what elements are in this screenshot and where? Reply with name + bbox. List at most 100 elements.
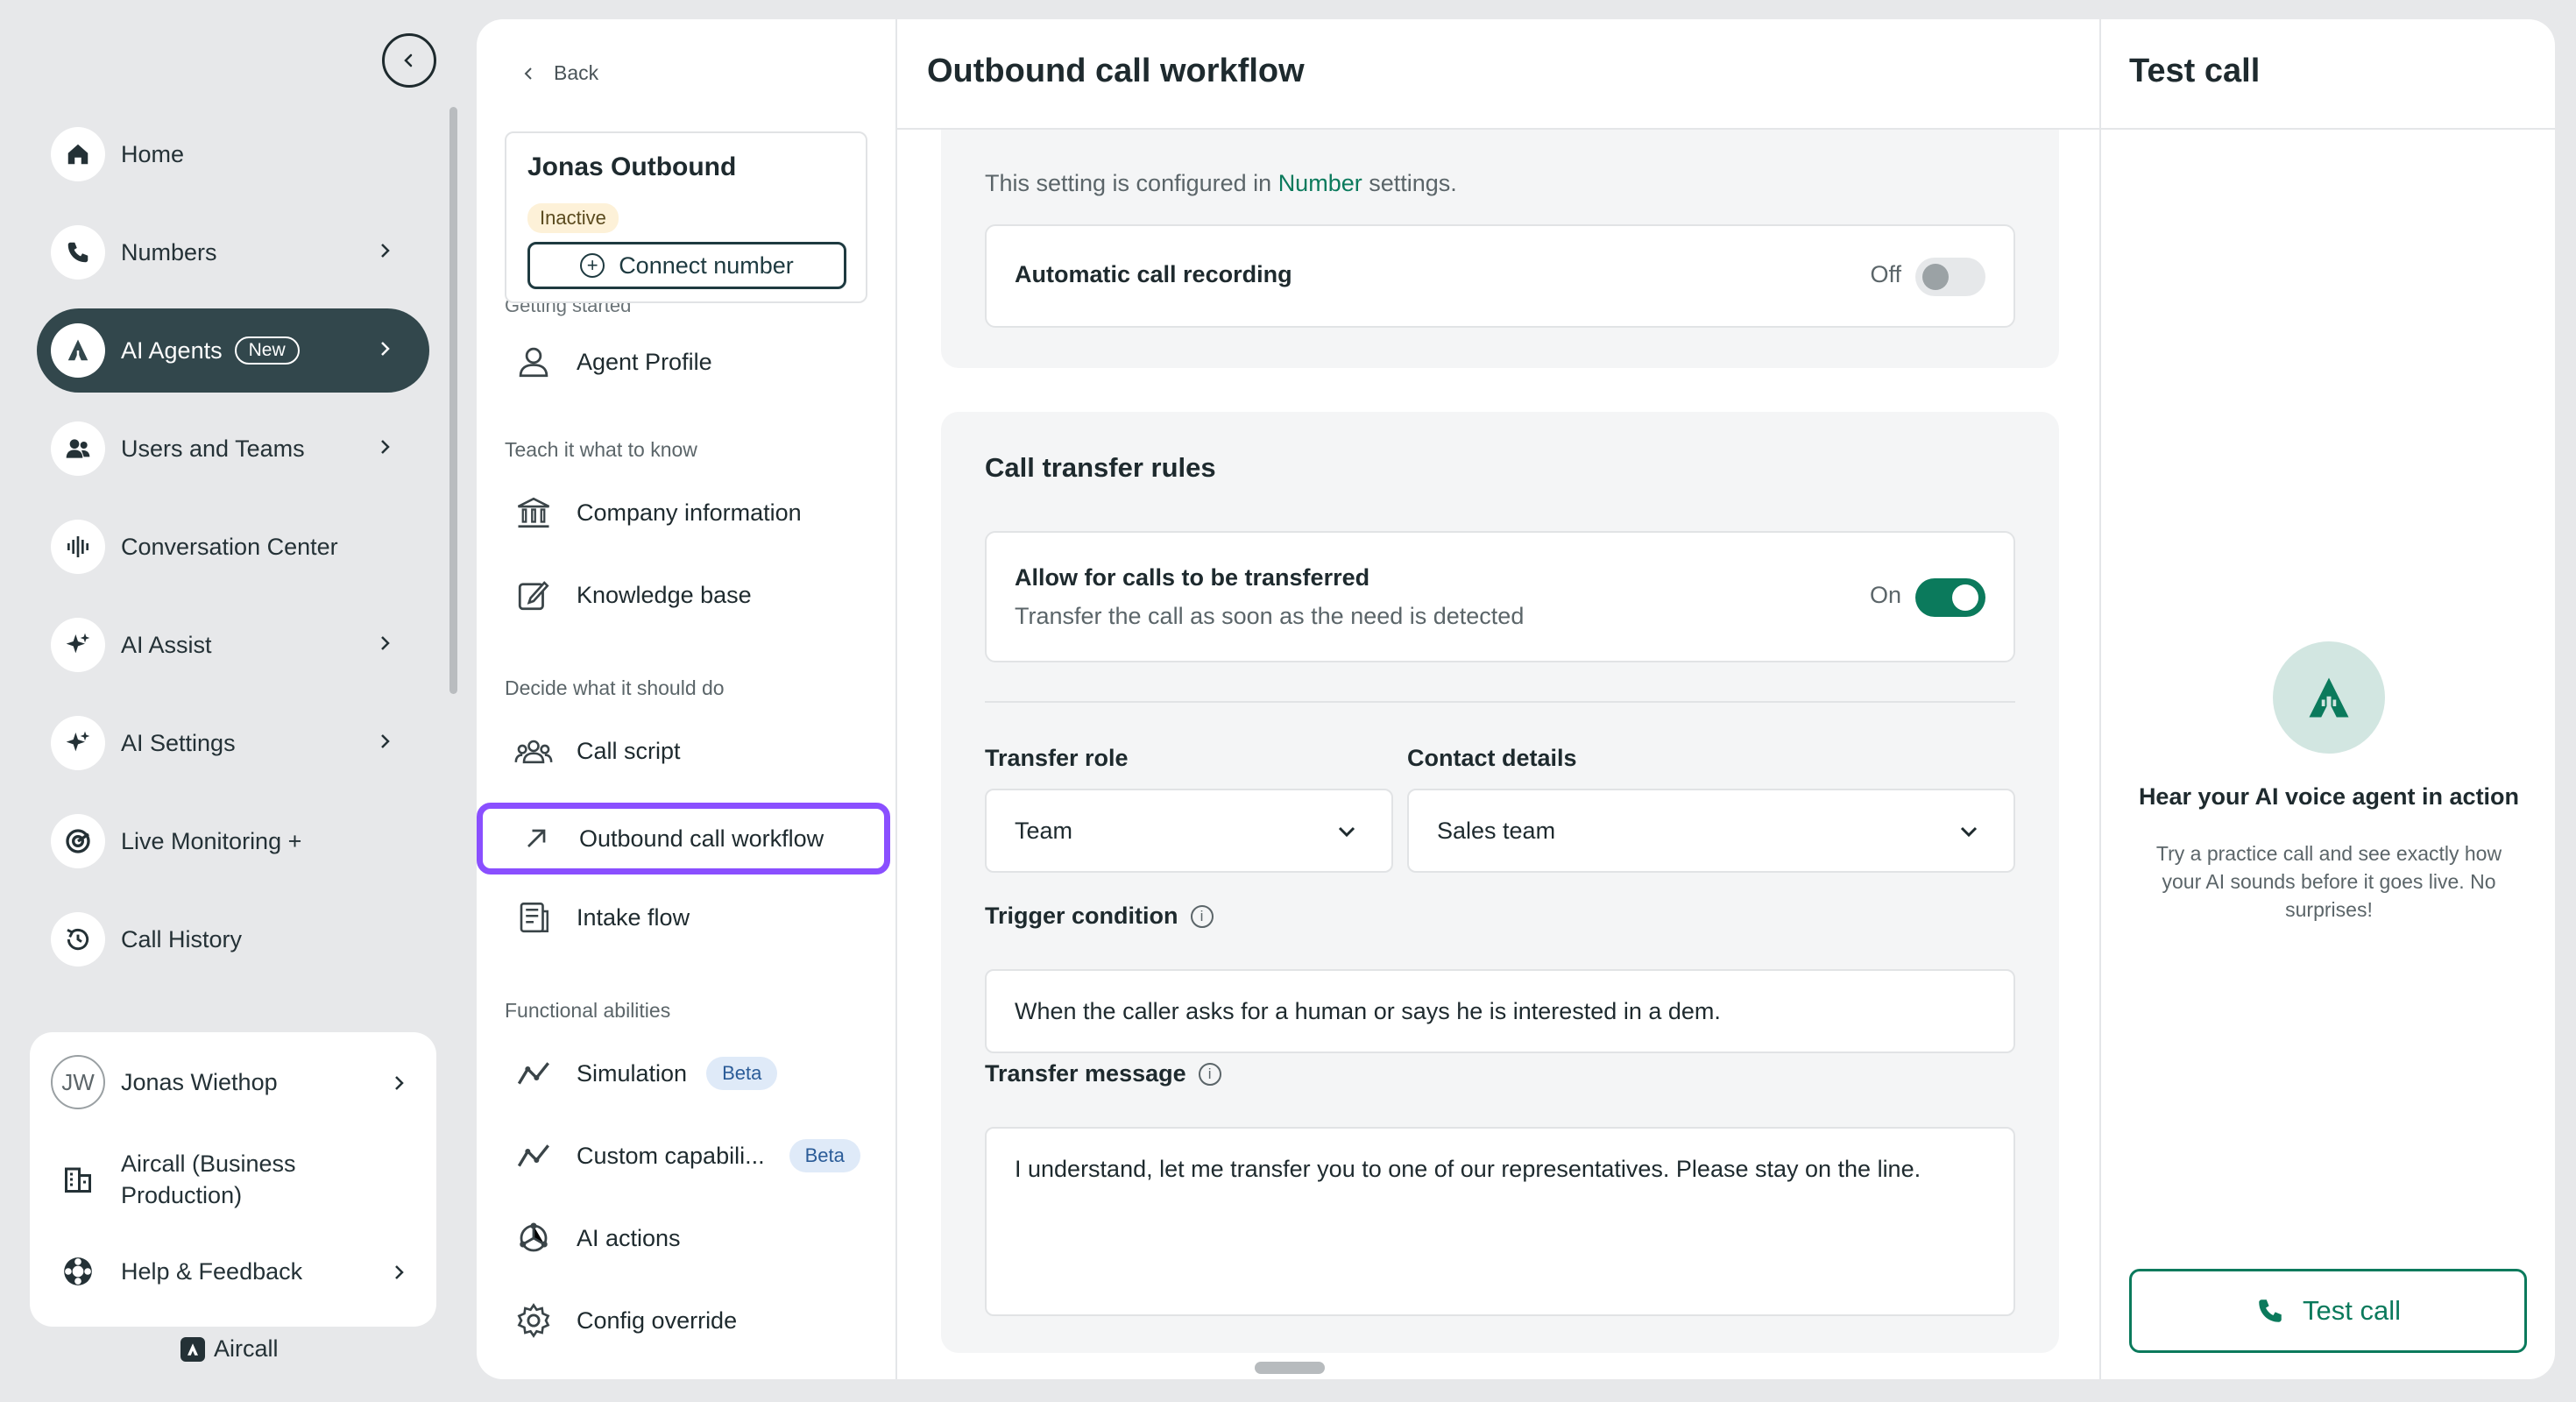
company-item[interactable]: Aircall (Business Production) — [51, 1148, 384, 1211]
sidebar-item-ai-agents[interactable]: AI Agents New — [37, 308, 429, 393]
trigger-condition-input[interactable]: When the caller asks for a human or says… — [985, 969, 2015, 1053]
sidebar-item-label: Conversation Center — [121, 533, 338, 560]
aircall-logo-icon — [180, 1336, 205, 1362]
menu-item-label: Agent Profile — [577, 348, 712, 375]
back-link[interactable]: Back — [522, 61, 598, 85]
number-settings-link[interactable]: Number — [1278, 170, 1362, 196]
building-icon — [51, 1152, 105, 1207]
sidebar-item-conversation-center[interactable]: Conversation Center — [37, 505, 429, 589]
brand-name: Aircall — [214, 1335, 279, 1362]
edit-note-icon — [513, 575, 554, 615]
allow-transfer-label: Allow for calls to be transferred — [1015, 564, 1370, 591]
menu-item-label: Intake flow — [577, 903, 690, 931]
menu-item-simulation[interactable]: Simulation Beta — [505, 1043, 871, 1104]
form-icon — [513, 897, 554, 938]
phone-icon — [51, 225, 105, 280]
menu-item-label: Custom capabili... — [577, 1142, 765, 1169]
account-card: JW Jonas Wiethop Aircall (Business Produ… — [30, 1032, 436, 1327]
ai-agent-avatar-icon — [2273, 641, 2385, 754]
chevron-right-icon — [381, 342, 390, 356]
menu-item-ai-actions[interactable]: AI actions — [505, 1207, 871, 1269]
sidebar-item-label: AI Settings — [121, 729, 236, 756]
menu-item-agent-profile[interactable]: Agent Profile — [505, 331, 871, 393]
select-value: Sales team — [1437, 817, 1556, 844]
history-icon — [51, 912, 105, 967]
back-label: Back — [554, 61, 599, 84]
sidebar-scrollbar[interactable] — [449, 107, 457, 694]
menu-item-knowledge-base[interactable]: Knowledge base — [505, 564, 871, 626]
toggle-knob — [1922, 264, 1949, 290]
menu-item-call-script[interactable]: Call script — [505, 720, 871, 782]
status-badge: Inactive — [527, 203, 619, 233]
sidebar-item-label: Call History — [121, 925, 243, 952]
allow-transfer-description: Transfer the call as soon as the need is… — [1015, 603, 1525, 629]
info-prefix: This setting is configured in — [985, 170, 1272, 196]
automatic-recording-row: Automatic call recording Off — [985, 224, 2015, 328]
sidebar-item-live-monitoring[interactable]: Live Monitoring + — [37, 799, 429, 883]
help-feedback-item[interactable]: Help & Feedback — [51, 1244, 404, 1299]
transfer-message-textarea[interactable]: I understand, let me transfer you to one… — [985, 1127, 2015, 1316]
sparkle-icon — [51, 716, 105, 770]
menu-item-intake-flow[interactable]: Intake flow — [505, 887, 871, 948]
sidebar-item-label: AI Agents — [121, 336, 223, 364]
brand-footer: Aircall — [180, 1335, 279, 1363]
agent-summary-card: Jonas Outbound Inactive + Connect number — [505, 131, 867, 303]
collapse-sidebar-button[interactable] — [382, 33, 436, 88]
contact-details-select[interactable]: Sales team — [1407, 789, 2015, 873]
info-icon[interactable]: i — [1190, 904, 1214, 928]
info-suffix: settings. — [1369, 170, 1457, 196]
panel-title: Test call — [2129, 53, 2261, 89]
transfer-role-select[interactable]: Team — [985, 789, 1393, 873]
sidebar-item-users-and-teams[interactable]: Users and Teams — [37, 407, 429, 491]
phone-icon — [2259, 1299, 2282, 1322]
section-title: Call transfer rules — [985, 452, 1216, 483]
sidebar-item-ai-settings[interactable]: AI Settings — [37, 701, 429, 785]
ai-agent-icon — [51, 323, 105, 378]
sidebar-item-home[interactable]: Home — [37, 112, 429, 196]
ai-actions-icon — [513, 1218, 554, 1258]
chevron-right-icon — [381, 440, 390, 454]
recording-toggle-label: Automatic call recording — [1015, 261, 1292, 287]
section-heading-functional: Functional abilities — [505, 999, 671, 1022]
main-header: Outbound call workflow — [897, 19, 2099, 130]
menu-item-company-information[interactable]: Company information — [505, 482, 871, 543]
chevron-left-icon — [404, 53, 413, 67]
sidebar-item-label: Users and Teams — [121, 435, 305, 462]
call-transfer-section: Call transfer rules Allow for calls to b… — [941, 412, 2059, 1353]
sidebar-item-numbers[interactable]: Numbers — [37, 210, 429, 294]
trend-line-icon — [513, 1136, 554, 1176]
menu-item-config-override[interactable]: Config override — [505, 1290, 871, 1351]
trigger-condition-label-row: Trigger condition i — [985, 903, 1214, 930]
sidebar-item-call-history[interactable]: Call History — [37, 897, 429, 981]
menu-item-custom-capabilities[interactable]: Custom capabili... Beta — [505, 1125, 871, 1186]
toggle-knob — [1952, 584, 1978, 611]
sidebar-item-ai-assist[interactable]: AI Assist — [37, 603, 429, 687]
allow-transfer-toggle[interactable] — [1915, 578, 1985, 617]
avatar: JW — [51, 1055, 105, 1109]
connect-number-button[interactable]: + Connect number — [527, 242, 846, 289]
recording-state: Off — [1870, 261, 1901, 287]
new-badge: New — [234, 336, 300, 365]
person-icon — [513, 342, 554, 382]
sidebar-item-label: Numbers — [121, 238, 217, 266]
recording-toggle[interactable] — [1915, 258, 1985, 296]
test-call-button[interactable]: Test call — [2129, 1269, 2527, 1353]
chevron-right-icon — [381, 244, 390, 258]
test-call-heading: Hear your AI voice agent in action — [2138, 783, 2520, 810]
menu-item-label: Config override — [577, 1306, 738, 1334]
section-heading-decide: Decide what it should do — [505, 676, 725, 699]
menu-item-label: Simulation — [577, 1059, 688, 1087]
call-recording-section: This setting is configured in Number set… — [941, 103, 2059, 368]
allow-transfer-row: Allow for calls to be transferred Transf… — [985, 531, 2015, 662]
beta-badge: Beta — [789, 1139, 860, 1172]
menu-item-outbound-call-workflow[interactable]: Outbound call workflow — [477, 803, 890, 874]
info-icon[interactable]: i — [1198, 1062, 1221, 1086]
sparkle-icon — [51, 618, 105, 672]
drag-handle[interactable] — [1255, 1362, 1325, 1374]
test-call-panel: Test call Hear your AI voice agent in ac… — [2099, 19, 2555, 1379]
test-call-description: Try a practice call and see exactly how … — [2155, 842, 2502, 921]
transfer-role-label: Transfer role — [985, 745, 1129, 771]
chevron-right-icon — [395, 1076, 404, 1090]
user-profile-item[interactable]: JW Jonas Wiethop — [51, 1055, 404, 1109]
section-heading-teach: Teach it what to know — [505, 438, 697, 461]
